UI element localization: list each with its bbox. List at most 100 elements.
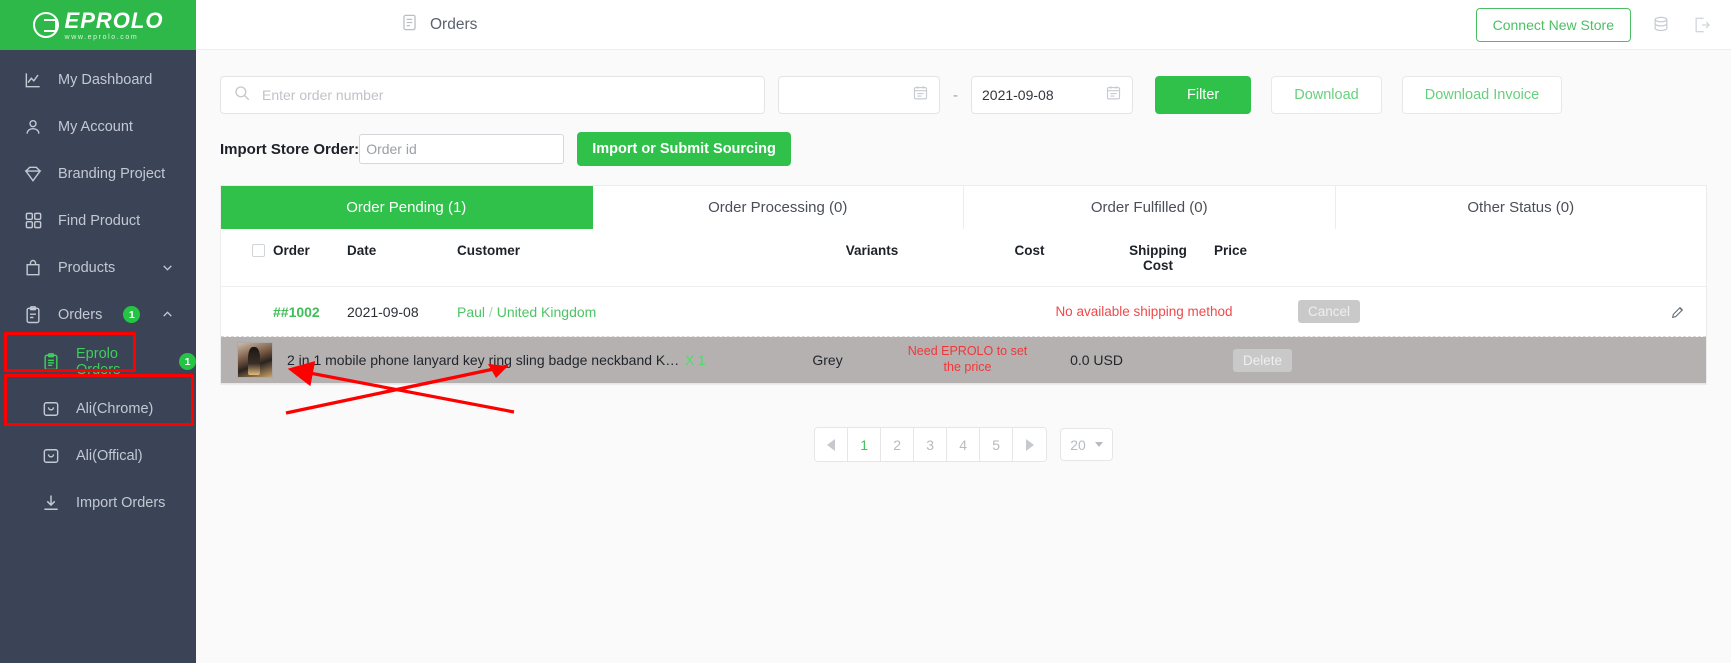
sidebar-item-label: Orders — [58, 306, 103, 323]
search-icon — [233, 84, 251, 107]
sidebar-item-import-orders[interactable]: Import Orders — [0, 479, 196, 526]
pencil-icon[interactable] — [1670, 304, 1686, 320]
column-header-cost: Cost — [1014, 243, 1045, 258]
customer-separator: / — [488, 303, 493, 320]
page-button-1[interactable]: 1 — [848, 428, 882, 461]
logout-icon[interactable] — [1691, 14, 1713, 36]
page-button-3[interactable]: 3 — [914, 428, 948, 461]
order-number[interactable]: ##1002 — [273, 304, 347, 320]
cancel-button[interactable]: Cancel — [1297, 300, 1361, 323]
price-note: Need EPROLO to set the price — [907, 344, 1028, 374]
search-field[interactable] — [220, 76, 765, 114]
prev-page-button[interactable] — [815, 428, 849, 461]
content: - Filter Download Download Invoice Impor… — [196, 50, 1731, 663]
filter-button[interactable]: Filter — [1155, 76, 1252, 114]
date-range-separator: - — [953, 86, 958, 104]
shipping-cost-line2: Cost — [1143, 258, 1173, 273]
date-to-input[interactable] — [982, 87, 1099, 103]
topbar: Orders Connect New Store — [196, 0, 1731, 50]
page-button-5[interactable]: 5 — [980, 428, 1014, 461]
customer-name: Paul — [457, 303, 486, 320]
tab-order-processing[interactable]: Order Processing (0) — [592, 186, 964, 229]
chevron-up-icon[interactable] — [161, 308, 174, 321]
order-item-row[interactable]: 2 in 1 mobile phone lanyard key ring sli… — [221, 337, 1706, 384]
tab-order-pending[interactable]: Order Pending (1) — [221, 186, 593, 229]
sidebar-item-my-account[interactable]: My Account — [0, 103, 196, 150]
clipboard-icon — [22, 304, 44, 326]
sidebar-item-label: Import Orders — [76, 494, 166, 511]
server-stack-icon[interactable] — [1650, 14, 1672, 36]
sidebar-item-find-product[interactable]: Find Product — [0, 197, 196, 244]
sidebar-item-label: Branding Project — [58, 165, 166, 182]
sidebar-item-eprolo-orders[interactable]: Eprolo Orders 1 — [0, 338, 196, 385]
product-quantity: X 1 — [685, 352, 706, 368]
product-thumbnail[interactable] — [237, 342, 273, 378]
per-page-select[interactable]: 20 — [1060, 428, 1113, 461]
page-button-2[interactable]: 2 — [881, 428, 915, 461]
sidebar-nav: My Dashboard My Account Branding Project… — [0, 50, 196, 526]
sidebar-item-ali-offical[interactable]: Ali(Offical) — [0, 432, 196, 479]
product-title: 2 in 1 mobile phone lanyard key ring sli… — [287, 352, 680, 368]
page-button-4[interactable]: 4 — [947, 428, 981, 461]
date-from-field[interactable] — [778, 76, 940, 114]
product-cost: 0.0 USD — [1070, 352, 1123, 368]
date-to-field[interactable] — [971, 76, 1133, 114]
next-page-button[interactable] — [1013, 428, 1047, 461]
sidebar-item-label: Products — [58, 259, 116, 276]
eprolo-circle-icon — [32, 12, 59, 38]
import-store-order-bar: Import Store Order: Import or Submit Sou… — [220, 132, 1707, 166]
select-all-checkbox[interactable] — [252, 244, 265, 257]
column-header-variants: Variants — [845, 243, 899, 258]
logo-text: EPROLO www.eprolo.com — [64, 9, 164, 41]
table-header-row: Order Date Customer Variants Cost Shippi… — [221, 229, 1706, 287]
calendar-icon[interactable] — [1105, 84, 1122, 106]
import-order-id-input[interactable] — [359, 134, 565, 164]
chevron-down-icon[interactable] — [161, 261, 174, 274]
select-all-cell — [221, 243, 273, 257]
arrow-left-icon — [827, 438, 836, 451]
filter-bar: - Filter Download Download Invoice — [220, 76, 1707, 114]
breadcrumb: Orders — [400, 13, 477, 37]
sidebar-item-branding-project[interactable]: Branding Project — [0, 150, 196, 197]
main-area: Orders Connect New Store Enter order num… — [196, 0, 1731, 663]
sidebar: EPROLO www.eprolo.com My Dashboard My Ac… — [0, 0, 196, 663]
user-icon — [22, 116, 44, 138]
arrow-right-icon — [1025, 438, 1034, 451]
pagination: 1 2 3 4 5 20 — [220, 427, 1707, 462]
search-input[interactable] — [262, 87, 752, 103]
delete-button[interactable]: Delete — [1233, 348, 1293, 372]
order-status-tabs: Order Pending (1) Order Processing (0) O… — [220, 185, 1707, 229]
bag-icon — [22, 257, 44, 279]
column-header-shipping-cost: Shipping Cost — [1102, 243, 1214, 273]
download-invoice-button[interactable]: Download Invoice — [1401, 76, 1563, 114]
sidebar-item-label: My Account — [58, 118, 133, 135]
order-date: 2021-09-08 — [347, 303, 419, 320]
connect-new-store-button[interactable]: Connect New Store — [1475, 7, 1631, 42]
calendar-icon[interactable] — [912, 84, 929, 106]
logo-url: www.eprolo.com — [64, 33, 139, 41]
download-icon — [40, 492, 62, 514]
sidebar-item-ali-chrome[interactable]: Ali(Chrome) — [0, 385, 196, 432]
sidebar-item-products[interactable]: Products — [0, 244, 196, 291]
table-row[interactable]: ##1002 2021-09-08 Paul / United Kingdom … — [221, 287, 1706, 337]
download-button[interactable]: Download — [1271, 76, 1382, 114]
sidebar-eprolo-orders-badge: 1 — [179, 353, 196, 370]
import-store-order-label: Import Store Order: — [220, 140, 360, 158]
bag-smile-icon — [40, 398, 62, 420]
tab-other-status[interactable]: Other Status (0) — [1335, 186, 1706, 229]
product-variant: Grey — [812, 352, 843, 368]
logo-mark: EPROLO www.eprolo.com — [32, 9, 164, 41]
bag-smile-icon — [40, 445, 62, 467]
import-or-submit-sourcing-button[interactable]: Import or Submit Sourcing — [577, 132, 791, 166]
date-from-input[interactable] — [789, 87, 906, 103]
brand-logo[interactable]: EPROLO www.eprolo.com — [0, 0, 196, 50]
sidebar-item-my-dashboard[interactable]: My Dashboard — [0, 56, 196, 103]
diamond-icon — [22, 163, 44, 185]
sidebar-item-orders[interactable]: Orders 1 — [0, 291, 196, 338]
order-cancel-cell: Cancel — [1274, 300, 1384, 323]
column-header-price: Price — [1214, 243, 1248, 258]
order-customer[interactable]: Paul / United Kingdom — [457, 304, 787, 320]
column-header-date: Date — [347, 243, 377, 258]
tab-order-fulfilled[interactable]: Order Fulfilled (0) — [964, 186, 1336, 229]
topbar-actions: Connect New Store — [1475, 7, 1713, 42]
